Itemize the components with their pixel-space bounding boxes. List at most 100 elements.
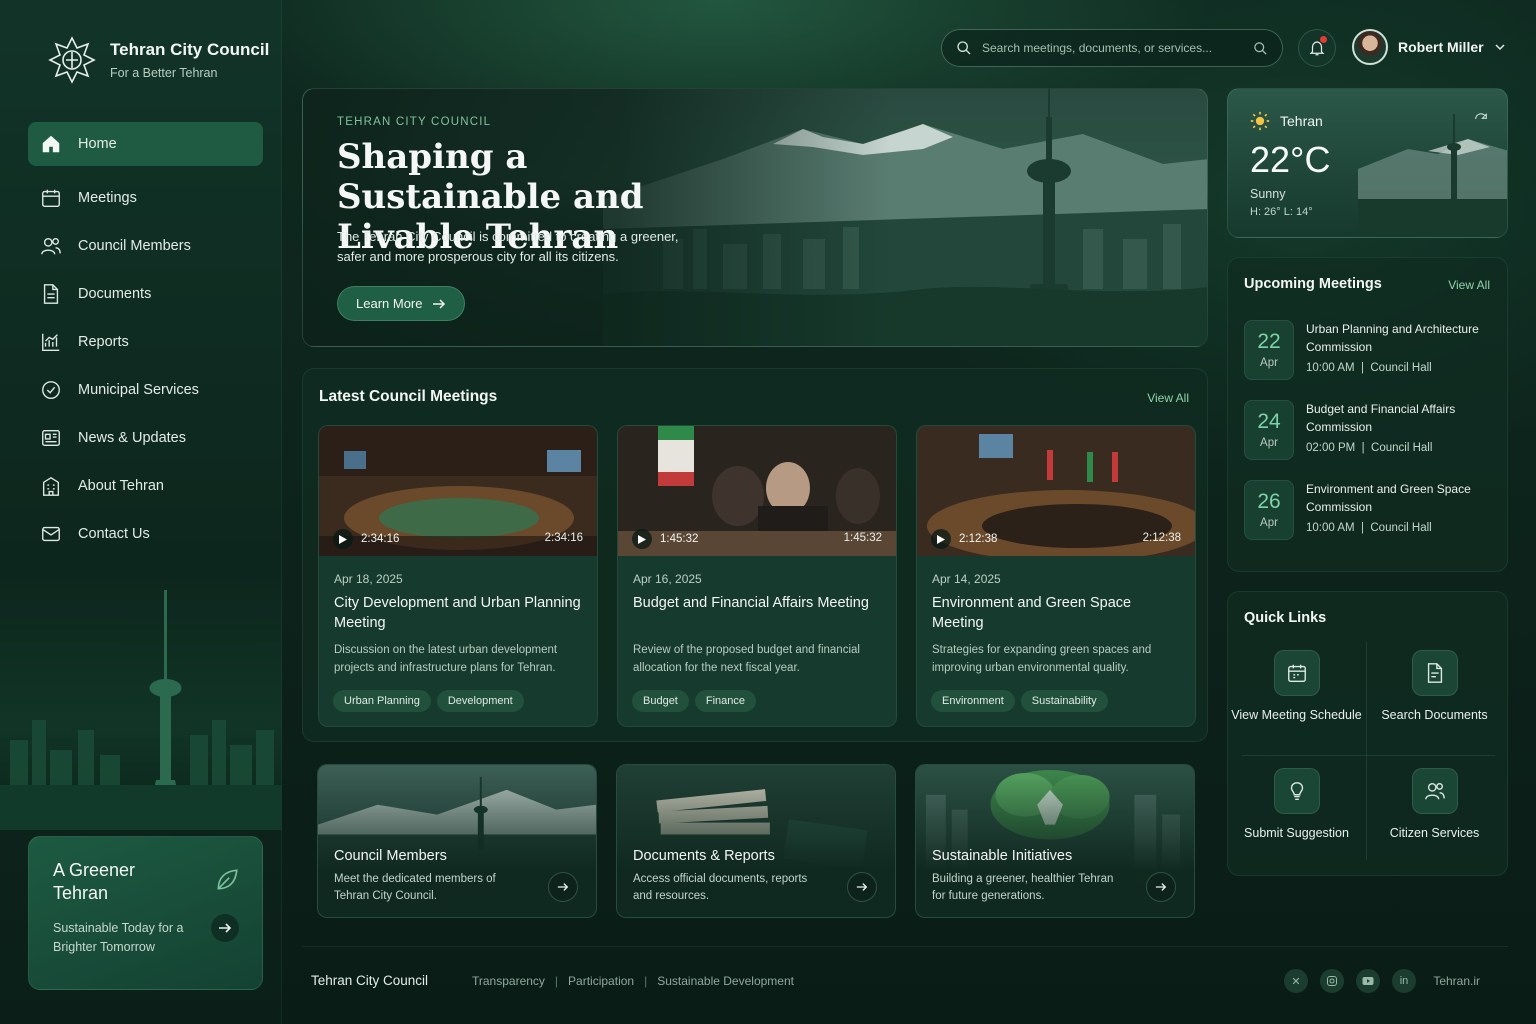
sidebar-item-label: About Tehran [78, 478, 164, 494]
sun-icon [1250, 111, 1270, 131]
meeting-day: 24 [1257, 410, 1281, 433]
latest-meetings-title: Latest Council Meetings [319, 388, 498, 405]
upcoming-meeting-item[interactable]: 26 Apr Environment and Green Space Commi… [1244, 480, 1494, 544]
footer-link-sustainable-development[interactable]: Sustainable Development [657, 974, 794, 988]
play-button[interactable]: 2:34:16 [333, 529, 399, 549]
sidebar-item-home[interactable]: Home [28, 122, 263, 166]
meeting-card[interactable]: 2:12:38 2:12:38 Apr 14, 2025 Environment… [916, 425, 1196, 727]
upcoming-meeting-item[interactable]: 24 Apr Budget and Financial Affairs Comm… [1244, 400, 1494, 464]
search-icon [957, 41, 971, 55]
quick-links-panel: Quick Links View Meeting Schedule Search… [1227, 591, 1508, 876]
refresh-icon[interactable] [1473, 111, 1489, 127]
council-logo-icon [48, 36, 96, 84]
notification-badge [1320, 36, 1327, 43]
quick-link-submit-suggestion[interactable]: Submit Suggestion [1228, 768, 1365, 885]
video-duration-badge: 2:12:38 [1142, 532, 1181, 544]
latest-meetings-view-all[interactable]: View All [1147, 391, 1189, 405]
quick-link-citizen-services[interactable]: Citizen Services [1366, 768, 1503, 885]
tag[interactable]: Environment [931, 690, 1015, 712]
video-duration: 2:12:38 [959, 533, 998, 545]
meeting-date-badge: 24 Apr [1244, 400, 1294, 460]
meeting-card[interactable]: 2:34:16 2:34:16 Apr 18, 2025 City Develo… [318, 425, 598, 727]
user-menu[interactable]: Robert Miller [1352, 29, 1506, 65]
sidebar-item-label: News & Updates [78, 430, 186, 446]
learn-more-button[interactable]: Learn More [337, 286, 466, 321]
arrow-right-icon[interactable] [210, 913, 240, 943]
video-duration: 2:34:16 [361, 533, 400, 545]
feature-description: Meet the dedicated members of Tehran Cit… [334, 873, 496, 902]
footer-brand: Tehran City Council [311, 973, 429, 988]
sidebar-item-contact[interactable]: Contact Us [28, 512, 263, 556]
brand-title: Tehran City Council [110, 40, 270, 59]
feature-description: Access official documents, reports and r… [633, 873, 808, 902]
tag[interactable]: Urban Planning [333, 690, 431, 712]
quick-link-search-documents[interactable]: Search Documents [1366, 650, 1503, 767]
video-duration-badge: 1:45:32 [843, 532, 882, 544]
sidebar-item-documents[interactable]: Documents [28, 272, 263, 316]
footer-site[interactable]: Tehran.ir [1433, 974, 1480, 988]
sidebar-item-meetings[interactable]: Meetings [28, 176, 263, 220]
council-members-card[interactable]: Council Members Meet the dedicated membe… [317, 764, 597, 918]
meeting-date-badge: 22 Apr [1244, 320, 1294, 380]
footer-link-participation[interactable]: Participation [568, 974, 634, 988]
meeting-time: 10:00 AM [1306, 522, 1355, 534]
arrow-right-icon [557, 883, 569, 891]
weather-widget[interactable]: Tehran 22°C Sunny H: 26° L: 14° [1227, 88, 1508, 238]
search-submit-icon[interactable] [1253, 41, 1268, 56]
calendar-icon [1273, 650, 1320, 696]
tag[interactable]: Sustainability [1020, 690, 1108, 712]
notifications-button[interactable] [1298, 29, 1336, 67]
search-input[interactable] [982, 41, 1243, 55]
search-bar[interactable] [941, 29, 1283, 67]
footer-link-transparency[interactable]: Transparency [472, 974, 545, 988]
sidebar-item-label: Meetings [78, 190, 137, 206]
x-icon[interactable]: ✕ [1284, 969, 1308, 993]
chevron-down-icon [1495, 44, 1505, 51]
greener-tehran-card[interactable]: A Greener Tehran Sustainable Today for a… [28, 836, 263, 990]
sidebar-item-reports[interactable]: Reports [28, 320, 263, 364]
play-button[interactable]: 2:12:38 [931, 529, 997, 549]
quick-link-label: Submit Suggestion [1244, 826, 1349, 840]
meeting-title: City Development and Urban Planning Meet… [334, 595, 581, 631]
linkedin-icon[interactable]: in [1392, 969, 1416, 993]
services-icon [42, 381, 60, 399]
arrow-right-button[interactable] [847, 872, 877, 902]
sidebar-item-municipal-services[interactable]: Municipal Services [28, 368, 263, 412]
quick-link-meeting-schedule[interactable]: View Meeting Schedule [1228, 650, 1365, 767]
documents-reports-card[interactable]: Documents & Reports Access official docu… [616, 764, 896, 918]
sidebar-item-about[interactable]: About Tehran [28, 464, 263, 508]
meeting-time: 02:00 PM [1306, 442, 1356, 454]
meeting-card[interactable]: 1:45:32 1:45:32 Apr 16, 2025 Budget and … [617, 425, 897, 727]
arrow-right-icon [433, 298, 446, 309]
sustainable-initiatives-card[interactable]: Sustainable Initiatives Building a green… [915, 764, 1195, 918]
meeting-date: Apr 18, 2025 [334, 572, 403, 586]
meeting-month: Apr [1260, 357, 1278, 369]
upcoming-meetings-panel: Upcoming Meetings View All 22 Apr Urban … [1227, 257, 1508, 572]
upcoming-meeting-meta: 10:00 AM | Council Hall [1306, 362, 1432, 374]
tag[interactable]: Finance [694, 690, 757, 712]
tag[interactable]: Development [436, 690, 524, 712]
upcoming-meeting-item[interactable]: 22 Apr Urban Planning and Architecture C… [1244, 320, 1494, 384]
weather-temperature: 22°C [1250, 139, 1331, 180]
users-icon [1411, 768, 1458, 814]
arrow-right-button[interactable] [1146, 872, 1176, 902]
social-links: ✕ in [1284, 969, 1416, 993]
upcoming-view-all[interactable]: View All [1448, 278, 1490, 292]
meeting-day: 26 [1257, 490, 1281, 513]
sidebar-item-label: Home [78, 136, 117, 152]
weather-city: Tehran [1280, 113, 1323, 129]
arrow-right-button[interactable] [548, 872, 578, 902]
play-button[interactable]: 1:45:32 [632, 529, 698, 549]
sidebar-item-news[interactable]: News & Updates [28, 416, 263, 460]
meeting-date: Apr 16, 2025 [633, 572, 702, 586]
meeting-month: Apr [1260, 437, 1278, 449]
brand[interactable]: Tehran City Council For a Better Tehran [44, 32, 269, 88]
instagram-icon[interactable] [1320, 969, 1344, 993]
chart-icon [42, 333, 60, 351]
meeting-description: Discussion on the latest urban developme… [334, 644, 558, 674]
tag[interactable]: Budget [632, 690, 689, 712]
sidebar-item-council-members[interactable]: Council Members [28, 224, 263, 268]
meeting-tags: Budget Finance [632, 690, 757, 712]
quick-link-label: View Meeting Schedule [1231, 708, 1362, 722]
youtube-icon[interactable] [1356, 969, 1380, 993]
